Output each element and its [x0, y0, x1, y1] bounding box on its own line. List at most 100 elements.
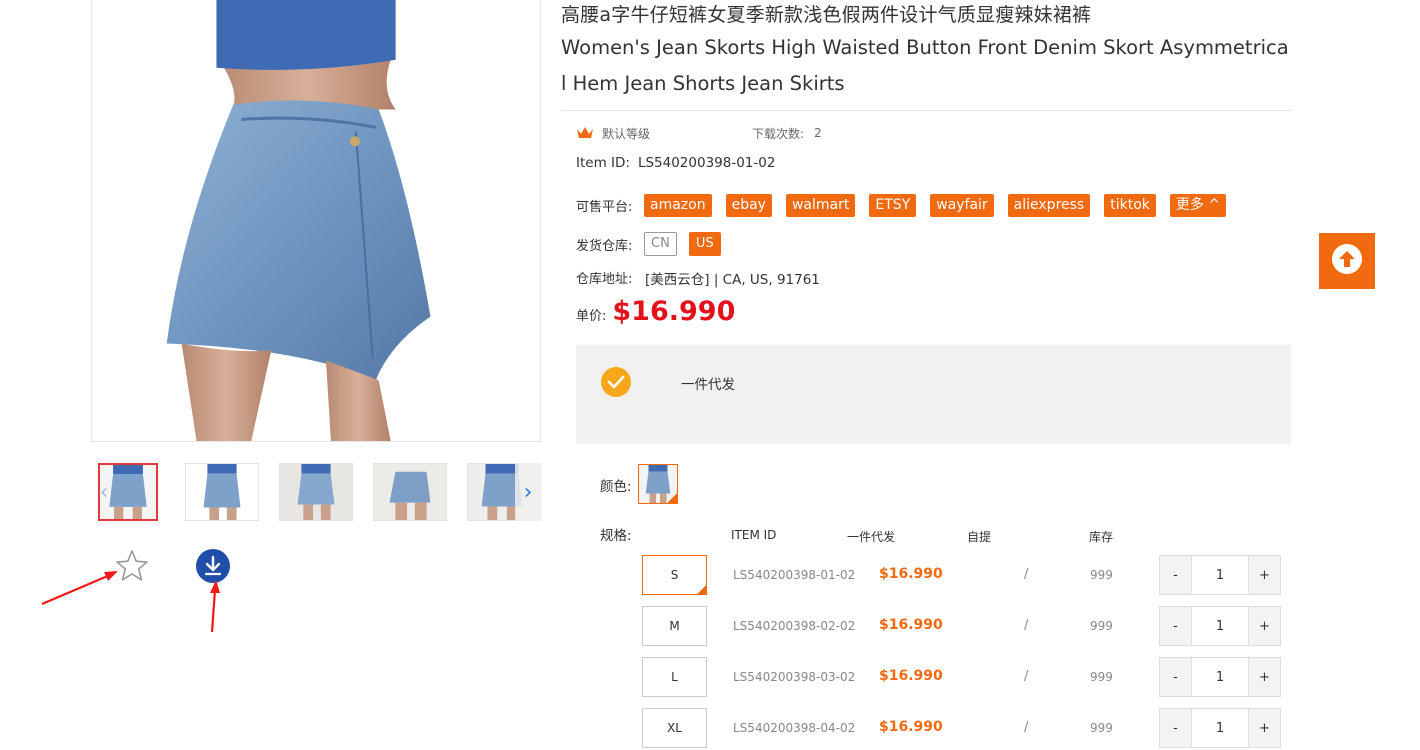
pickup-value: / [1024, 567, 1029, 582]
increment-button[interactable]: + [1249, 556, 1280, 594]
decrement-button[interactable]: - [1160, 658, 1191, 696]
thumbnail-strip: ‹ › [91, 463, 541, 521]
quantity-input[interactable]: 1 [1191, 607, 1249, 645]
size-option-m[interactable]: M [642, 606, 707, 646]
sku: LS540200398-02-02 [733, 619, 856, 633]
price-value: $16.990 [612, 296, 736, 327]
quantity-input[interactable]: 1 [1191, 556, 1249, 594]
sku-price: $16.990 [879, 566, 943, 582]
chevron-up-icon: ^ [1208, 196, 1221, 213]
increment-button[interactable]: + [1249, 658, 1280, 696]
thumbnail-prev-arrow[interactable]: ‹ [91, 463, 117, 521]
size-option-l[interactable]: L [642, 657, 707, 697]
decrement-button[interactable]: - [1160, 607, 1191, 645]
stock-value: 999 [1090, 619, 1113, 633]
quantity-stepper: - 1 + [1159, 708, 1281, 748]
price-row: 单价: $16.990 [576, 296, 735, 327]
size-option-xl[interactable]: XL [642, 708, 707, 748]
address-row: 仓库地址: [美西云仓] | CA, US, 91761 [576, 268, 820, 288]
platform-tag-aliexpress[interactable]: aliexpress [1007, 193, 1091, 217]
divider [561, 110, 1291, 111]
sku: LS540200398-03-02 [733, 670, 856, 684]
star-icon[interactable] [114, 548, 150, 584]
level-row: 默认等级 下载次数: 2 [576, 124, 822, 142]
sku-price: $16.990 [879, 719, 943, 735]
decrement-button[interactable]: - [1160, 709, 1191, 747]
price-label: 单价: [576, 309, 607, 324]
arrow-up-icon [1330, 242, 1364, 280]
check-icon [601, 367, 631, 397]
size-label: XL [667, 721, 682, 735]
crown-icon [576, 126, 594, 140]
warehouse-cn[interactable]: CN [644, 232, 677, 256]
platform-tag-tiktok[interactable]: tiktok [1104, 193, 1156, 217]
platforms-label: 可售平台: [576, 199, 633, 215]
more-label: 更多 [1175, 196, 1204, 213]
pickup-value: / [1024, 669, 1029, 684]
level-label: 默认等级 [602, 126, 651, 141]
stock-value: 999 [1090, 568, 1113, 582]
sku: LS540200398-04-02 [733, 721, 856, 735]
table-row: L LS540200398-03-02 $16.990 / 999 - 1 + [642, 657, 1282, 697]
quantity-input[interactable]: 1 [1191, 658, 1249, 696]
quantity-input[interactable]: 1 [1191, 709, 1249, 747]
product-title-cn: 高腰a字牛仔短裤女夏季新款浅色假两件设计气质显瘦辣妹裙裤 [561, 4, 1092, 26]
spec-label: 规格: [600, 528, 632, 544]
quantity-stepper: - 1 + [1159, 606, 1281, 646]
download-icon[interactable] [196, 549, 230, 583]
decrement-button[interactable]: - [1160, 556, 1191, 594]
selected-corner-icon [697, 585, 706, 594]
color-row: 颜色: [600, 464, 678, 504]
thumbnail[interactable] [279, 463, 353, 521]
table-row: S LS540200398-01-02 $16.990 / 999 - 1 + [642, 555, 1282, 595]
warehouse-row: 发货仓库: CN US [576, 232, 733, 256]
warehouse-label: 发货仓库: [576, 238, 633, 254]
increment-button[interactable]: + [1249, 709, 1280, 747]
color-swatch[interactable] [637, 464, 678, 504]
product-title-en: Women's Jean Skorts High Waisted Button … [561, 36, 1289, 95]
sku: LS540200398-01-02 [733, 568, 856, 582]
download-count: 2 [814, 126, 822, 140]
stock-value: 999 [1090, 670, 1113, 684]
shipping-option-label: 一件代发 [681, 377, 735, 393]
item-id-row: Item ID: LS540200398-01-02 [576, 155, 775, 171]
shipping-option-box[interactable]: 一件代发 [576, 345, 1291, 444]
item-id-label: Item ID: [576, 155, 630, 171]
increment-button[interactable]: + [1249, 607, 1280, 645]
thumbnail-next-arrow[interactable]: › [515, 463, 541, 521]
platform-row: 可售平台: amazon ebay walmart ETSY wayfair a… [576, 193, 1227, 217]
sku-price: $16.990 [879, 617, 943, 633]
quantity-stepper: - 1 + [1159, 555, 1281, 595]
warehouse-us[interactable]: US [688, 232, 721, 256]
platform-tag-ebay[interactable]: ebay [725, 193, 772, 217]
thumbnail[interactable] [185, 463, 259, 521]
platform-tag-etsy[interactable]: ETSY [869, 193, 917, 217]
more-platforms-button[interactable]: 更多 ^ [1169, 193, 1227, 217]
platform-tag-wayfair[interactable]: wayfair [930, 193, 994, 217]
pickup-value: / [1024, 618, 1029, 633]
col-header-item-id: ITEM ID [731, 528, 777, 542]
table-row: XL LS540200398-04-02 $16.990 / 999 - 1 + [642, 708, 1282, 748]
sku-price: $16.990 [879, 668, 943, 684]
platform-tag-amazon[interactable]: amazon [644, 193, 712, 217]
col-header-stock: 库存 [1089, 530, 1114, 544]
stock-value: 999 [1090, 721, 1113, 735]
download-count-label: 下载次数: [752, 126, 805, 141]
size-option-s[interactable]: S [642, 555, 707, 595]
back-to-top-button[interactable] [1319, 233, 1375, 289]
platform-tag-walmart[interactable]: walmart [785, 193, 856, 217]
size-label: L [671, 670, 678, 684]
address-value: [美西云仓] | CA, US, 91761 [645, 272, 820, 288]
selected-corner-icon [666, 493, 677, 503]
quantity-stepper: - 1 + [1159, 657, 1281, 697]
color-label: 颜色: [600, 479, 632, 495]
size-label: M [669, 619, 680, 633]
size-label: S [670, 568, 679, 582]
pickup-value: / [1024, 720, 1029, 735]
col-header-dropship: 一件代发 [847, 530, 896, 544]
thumbnail[interactable] [373, 463, 447, 521]
col-header-pickup: 自提 [967, 530, 992, 544]
item-id-value: LS540200398-01-02 [637, 155, 776, 171]
address-label: 仓库地址: [576, 272, 633, 287]
table-row: M LS540200398-02-02 $16.990 / 999 - 1 + [642, 606, 1282, 646]
